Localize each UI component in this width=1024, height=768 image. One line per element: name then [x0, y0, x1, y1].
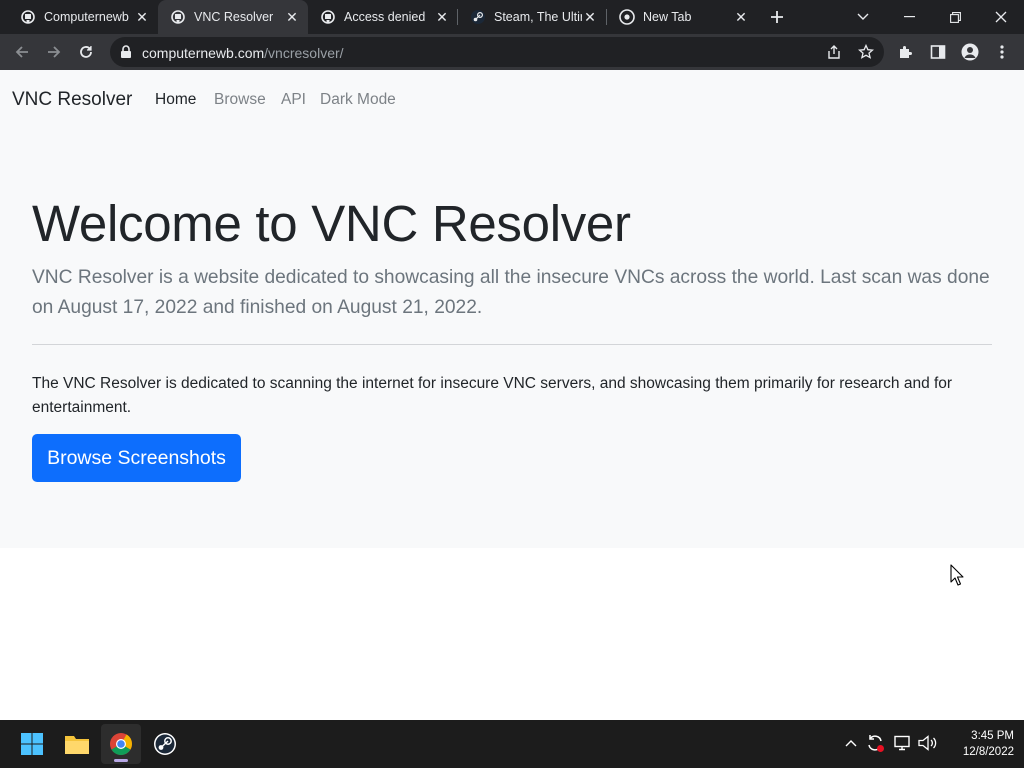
tab-computernewb[interactable]: Computernewb ✕ — [8, 0, 158, 34]
extensions-button[interactable] — [892, 38, 920, 66]
tab-title: Steam, The Ultir — [494, 10, 582, 24]
windows-start-button[interactable] — [12, 724, 52, 764]
site-navbar: VNC Resolver Home Browse API Dark Mode — [0, 70, 1024, 130]
back-button[interactable] — [8, 38, 36, 66]
browser-tab-strip: Computernewb ✕ VNC Resolver ✕ Access den… — [0, 0, 1024, 34]
nav-link-dark-mode[interactable]: Dark Mode — [320, 91, 396, 109]
arrow-left-icon — [15, 46, 28, 58]
chrome-favicon-icon — [619, 9, 635, 25]
side-panel-button[interactable] — [924, 38, 952, 66]
profile-avatar-icon — [961, 43, 979, 61]
clock-time: 3:45 PM — [971, 730, 1014, 742]
arrow-right-icon — [48, 46, 61, 58]
tab-title: VNC Resolver — [194, 10, 274, 24]
steam-icon — [154, 733, 176, 755]
hero-lead: VNC Resolver is a website dedicated to s… — [32, 267, 990, 318]
profile-button[interactable] — [956, 38, 984, 66]
restore-icon — [949, 11, 961, 23]
puzzle-icon — [900, 46, 912, 58]
tab-title: New Tab — [643, 10, 692, 24]
new-tab-button[interactable] — [765, 5, 789, 29]
divider — [32, 344, 992, 345]
share-icon[interactable] — [824, 42, 844, 62]
steam-favicon-icon — [470, 9, 486, 25]
site-brand[interactable]: VNC Resolver — [12, 89, 132, 111]
plus-icon — [771, 11, 783, 23]
tab-title: Computernewb — [44, 10, 129, 24]
tab-search-button[interactable] — [840, 0, 886, 34]
close-icon[interactable]: ✕ — [134, 9, 150, 25]
minimize-button[interactable] — [886, 0, 932, 34]
nav-link-browse[interactable]: Browse — [214, 91, 266, 109]
url-host: computernewb.com — [142, 45, 265, 61]
tab-access-denied[interactable]: Access denied ✕ — [308, 0, 458, 34]
hero-title: Welcome to VNC Resolver — [32, 195, 631, 252]
close-icon[interactable]: ✕ — [733, 9, 749, 25]
close-icon[interactable]: ✕ — [284, 9, 300, 25]
nav-link-api[interactable]: API — [281, 91, 306, 109]
address-bar[interactable]: computernewb.com/vncresolver/ — [110, 37, 884, 67]
clock-date: 12/8/2022 — [962, 746, 1014, 758]
file-explorer-icon — [65, 736, 89, 754]
computernewb-favicon-icon — [170, 9, 186, 25]
restore-button[interactable] — [932, 0, 978, 34]
side-panel-icon — [930, 45, 946, 59]
volume-button[interactable] — [917, 732, 939, 754]
sync-status-button[interactable] — [864, 732, 886, 754]
tab-new-tab[interactable]: New Tab ✕ — [607, 0, 757, 34]
close-icon — [995, 11, 1007, 23]
reload-icon — [80, 46, 92, 58]
computernewb-favicon-icon — [320, 9, 336, 25]
tab-steam[interactable]: Steam, The Ultir ✕ — [458, 0, 606, 34]
network-monitor-icon — [894, 735, 910, 751]
browse-screenshots-button[interactable]: Browse Screenshots — [32, 434, 241, 482]
web-page: VNC Resolver Home Browse API Dark Mode W… — [0, 70, 1024, 720]
computernewb-favicon-icon — [20, 9, 36, 25]
speaker-icon — [918, 735, 937, 751]
menu-button[interactable] — [988, 38, 1016, 66]
windows-taskbar: 3:45 PM 12/8/2022 — [0, 720, 1024, 768]
network-button[interactable] — [892, 732, 914, 754]
lock-icon — [120, 45, 132, 64]
forward-button[interactable] — [40, 38, 68, 66]
chevron-down-icon — [857, 13, 869, 20]
steam-taskbar-button[interactable] — [145, 724, 185, 764]
hero-section: Welcome to VNC Resolver VNC Resolver is … — [0, 130, 1024, 586]
sync-error-icon — [868, 735, 884, 752]
mouse-cursor-icon — [950, 564, 964, 591]
bookmark-star-icon[interactable] — [856, 42, 876, 62]
url-path: /vncresolver/ — [264, 45, 344, 61]
browser-toolbar: computernewb.com/vncresolver/ — [0, 34, 1024, 70]
tab-vnc-resolver[interactable]: VNC Resolver ✕ — [158, 0, 308, 34]
system-clock[interactable]: 3:45 PM 12/8/2022 — [944, 728, 1014, 760]
description-text: The VNC Resolver is dedicated to scannin… — [32, 375, 953, 416]
active-app-indicator — [114, 759, 128, 762]
close-window-button[interactable] — [978, 0, 1024, 34]
reload-button[interactable] — [72, 38, 100, 66]
close-icon[interactable]: ✕ — [582, 9, 598, 25]
chevron-up-icon — [845, 740, 857, 747]
show-hidden-icons-button[interactable] — [840, 732, 862, 754]
url-text: computernewb.com/vncresolver/ — [142, 45, 344, 61]
close-icon[interactable]: ✕ — [434, 9, 450, 25]
nav-link-home[interactable]: Home — [155, 91, 196, 109]
chrome-icon — [110, 733, 132, 755]
chrome-taskbar-button[interactable] — [101, 724, 141, 764]
minimize-icon — [903, 16, 915, 18]
windows-start-icon — [21, 733, 43, 755]
file-explorer-button[interactable] — [57, 724, 97, 764]
tab-title: Access denied — [344, 10, 426, 24]
kebab-menu-icon — [1000, 45, 1004, 59]
